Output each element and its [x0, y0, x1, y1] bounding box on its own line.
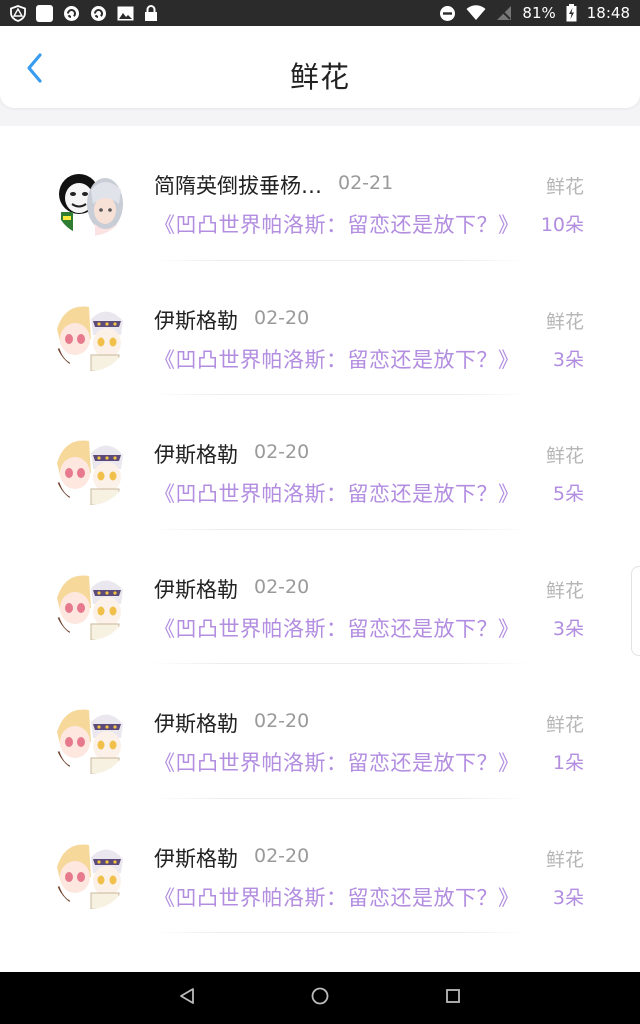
battery-charging-icon [566, 4, 577, 22]
list-item[interactable]: 伊斯格勒 02-20 《凹凸世界帕洛斯：留恋还是放下？》 鲜花 3朵 [0, 261, 640, 395]
post-date: 02-20 [254, 441, 310, 463]
screen: 81% 18:48 鲜花 简隋英倒拔垂杨… 02-21 《凹凸世界帕洛斯：留恋还是放… [0, 0, 640, 1024]
wifi-icon [466, 5, 486, 21]
avatar[interactable] [55, 164, 127, 236]
gift-type-label: 鲜花 [545, 176, 584, 198]
gift-type-label: 鲜花 [545, 848, 584, 871]
sync-icon-2 [90, 5, 107, 22]
post-date: 02-20 [254, 710, 310, 732]
list-item[interactable]: 伊斯格勒 02-20 《凹凸世界帕洛斯：留恋还是放下？》 鲜花 5朵 [0, 395, 640, 530]
list-container: 简隋英倒拔垂杨… 02-21 《凹凸世界帕洛斯：留恋还是放下？》 鲜花 10朵 伊斯格勒 0… [0, 126, 640, 933]
shield-icon [10, 4, 26, 22]
post-title-link[interactable]: 《凹凸世界帕洛斯：留恋还是放下？》 [154, 344, 520, 374]
gift-count: 5朵 [552, 483, 584, 505]
lock-icon [144, 4, 158, 22]
nav-home-button[interactable] [300, 978, 340, 1018]
gift-count: 3朵 [552, 348, 584, 371]
navigation-bar [0, 972, 640, 1024]
post-title-link[interactable]: 《凹凸世界帕洛斯：留恋还是放下？》 [154, 478, 520, 508]
user-name[interactable]: 伊斯格勒 [154, 439, 238, 469]
list-item[interactable]: 伊斯格勒 02-20 《凹凸世界帕洛斯：留恋还是放下？》 鲜花 3朵 [0, 530, 640, 664]
status-bar: 81% 18:48 [0, 0, 640, 26]
avatar[interactable] [55, 702, 127, 774]
clock: 18:48 [586, 4, 630, 22]
triangle-back-icon [179, 987, 195, 1009]
post-title-link[interactable]: 《凹凸世界帕洛斯：留恋还是放下？》 [154, 209, 520, 239]
app-square-icon [36, 4, 53, 22]
page-title: 鲜花 [289, 60, 350, 94]
list-item[interactable]: 简隋英倒拔垂杨… 02-21 《凹凸世界帕洛斯：留恋还是放下？》 鲜花 10朵 [0, 126, 640, 261]
nav-recents-button[interactable] [433, 978, 473, 1018]
avatar[interactable] [55, 836, 127, 909]
status-right: 81% 18:48 [439, 4, 630, 22]
gift-count: 3朵 [552, 886, 584, 909]
gift-count: 1朵 [552, 752, 584, 774]
user-name[interactable]: 伊斯格勒 [154, 843, 238, 873]
user-name[interactable]: 伊斯格勒 [154, 708, 238, 738]
user-name[interactable]: 伊斯格勒 [154, 574, 238, 604]
nav-back-button[interactable] [167, 978, 207, 1018]
list-item[interactable]: 伊斯格勒 02-20 《凹凸世界帕洛斯：留恋还是放下？》 鲜花 1朵 [0, 664, 640, 799]
user-name[interactable]: 简隋英倒拔垂杨… [154, 170, 322, 200]
dnd-icon [439, 5, 456, 22]
image-icon [117, 6, 134, 21]
post-date: 02-20 [254, 575, 310, 598]
gift-type-label: 鲜花 [545, 714, 584, 736]
sync-icon [63, 5, 80, 22]
signal-off-icon [496, 5, 512, 21]
gift-count: 10朵 [540, 214, 584, 236]
gift-count: 3朵 [552, 617, 584, 640]
square-recents-icon [445, 988, 461, 1008]
gift-record-list: 简隋英倒拔垂杨… 02-21 《凹凸世界帕洛斯：留恋还是放下？》 鲜花 10朵 伊斯格勒 0… [0, 126, 640, 972]
post-title-link[interactable]: 《凹凸世界帕洛斯：留恋还是放下？》 [154, 747, 520, 777]
gift-type-label: 鲜花 [545, 445, 584, 467]
user-name[interactable]: 伊斯格勒 [154, 305, 238, 335]
battery-percent: 81% [522, 4, 556, 22]
post-date: 02-20 [254, 844, 310, 867]
edge-drag-handle[interactable] [631, 566, 640, 656]
circle-home-icon [310, 986, 330, 1010]
avatar[interactable] [55, 567, 127, 640]
post-date: 02-20 [254, 306, 310, 329]
post-date: 02-21 [338, 172, 394, 194]
divider [150, 932, 530, 933]
post-title-link[interactable]: 《凹凸世界帕洛斯：留恋还是放下？》 [154, 882, 520, 912]
gift-type-label: 鲜花 [545, 579, 584, 602]
status-left [10, 4, 158, 22]
avatar[interactable] [55, 298, 127, 371]
header: 鲜花 [0, 26, 640, 108]
gift-type-label: 鲜花 [545, 310, 584, 333]
post-title-link[interactable]: 《凹凸世界帕洛斯：留恋还是放下？》 [154, 613, 520, 643]
avatar[interactable] [55, 433, 127, 505]
list-item[interactable]: 伊斯格勒 02-20 《凹凸世界帕洛斯：留恋还是放下？》 鲜花 3朵 [0, 799, 640, 933]
